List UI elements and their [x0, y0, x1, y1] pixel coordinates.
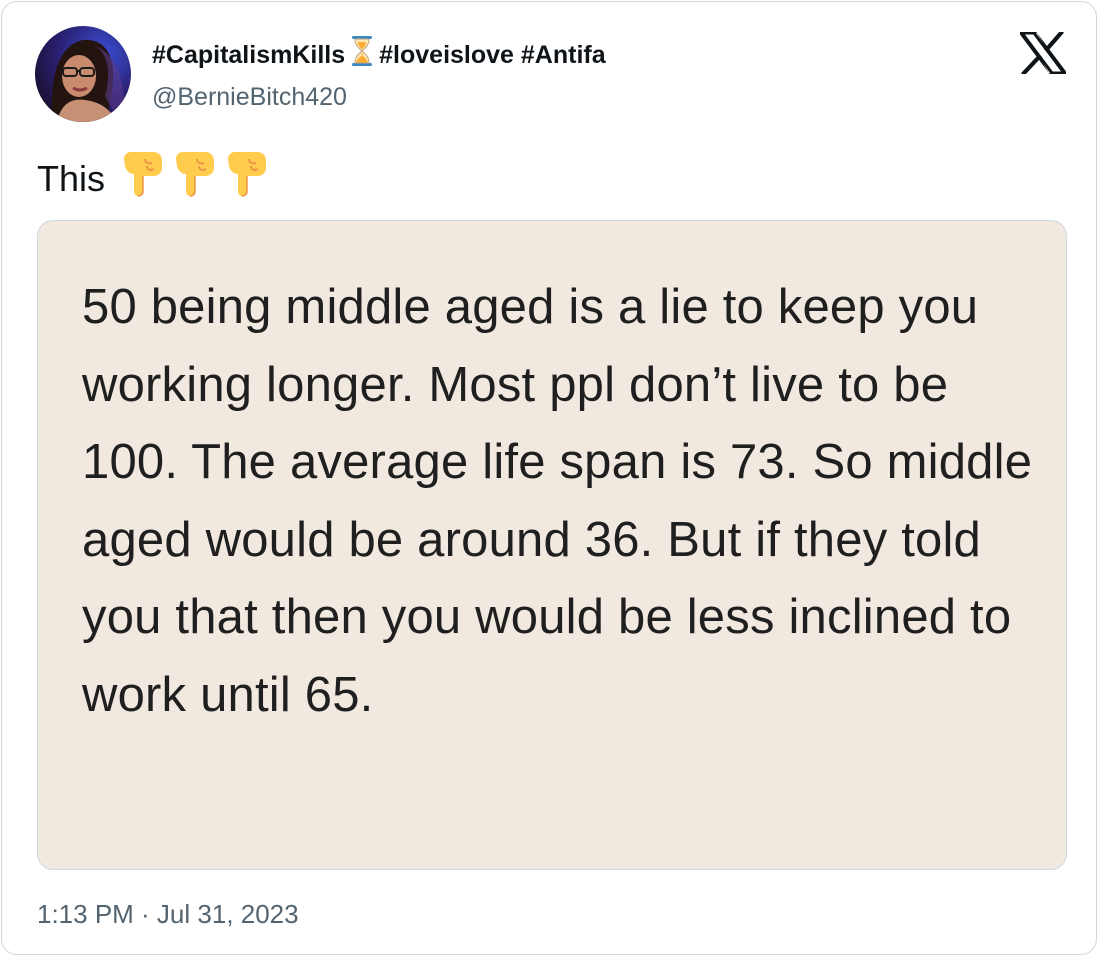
pointing-down-icon [121, 150, 165, 208]
hourglass-icon [351, 36, 373, 74]
display-name[interactable]: #CapitalismKills #loveislove #Antifa [152, 36, 606, 74]
pointing-down-icon [173, 150, 217, 208]
media-image-text: 50 being middle aged is a lie to keep yo… [82, 280, 1033, 722]
display-name-part-2: #loveislove #Antifa [379, 41, 606, 69]
timestamp[interactable]: 1:13 PM · Jul 31, 2023 [37, 898, 299, 930]
avatar[interactable] [35, 26, 131, 122]
tweet-text: This [37, 150, 269, 208]
tweet-text-content: This [37, 158, 106, 199]
pointing-down-icon [225, 150, 269, 208]
media-image[interactable]: 50 being middle aged is a lie to keep yo… [37, 220, 1067, 870]
display-name-part-1: #CapitalismKills [152, 41, 346, 69]
tweet-card: #CapitalismKills #loveislove #Antifa @Be… [1, 1, 1097, 955]
user-handle[interactable]: @BernieBitch420 [152, 81, 347, 113]
x-logo-icon[interactable] [1019, 30, 1067, 76]
emoji-row [121, 150, 269, 208]
